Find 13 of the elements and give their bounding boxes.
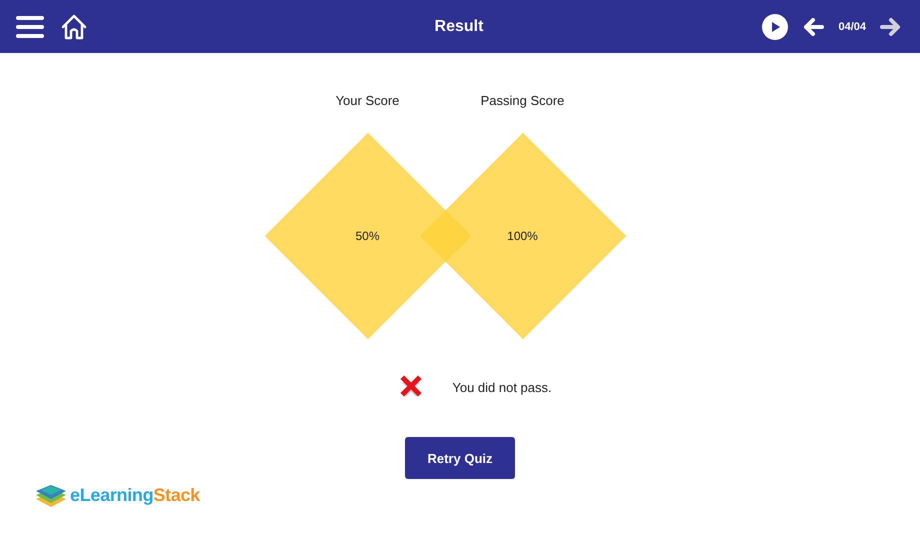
page-title: Result [434, 18, 484, 36]
logo-text: eLearningStack [70, 484, 200, 506]
score-label: Your Score [336, 93, 400, 110]
page-counter: 04/04 [838, 20, 866, 32]
play-icon[interactable] [762, 14, 788, 40]
score-label: Passing Score [480, 93, 564, 110]
home-icon[interactable] [60, 14, 88, 40]
back-arrow-icon[interactable] [802, 16, 824, 38]
score-value: 50% [355, 229, 380, 243]
menu-icon[interactable] [16, 16, 44, 38]
retry-button[interactable]: Retry Quiz [405, 437, 515, 479]
result-message: You did not pass. [452, 380, 552, 394]
score-value: 100% [507, 229, 538, 243]
